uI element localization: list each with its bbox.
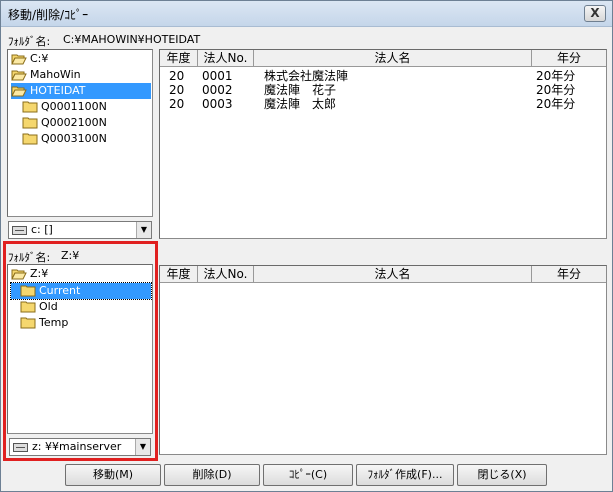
column-header-corp-name[interactable]: 法人名 (254, 266, 532, 283)
title-bar: 移動/削除/ｺﾋﾟｰ X (1, 1, 612, 27)
close-window-button[interactable]: X (584, 5, 606, 22)
top-folder-path: C:¥MAHOWIN¥HOTEIDAT (63, 33, 201, 46)
move-delete-copy-dialog: 移動/削除/ｺﾋﾟｰ X ﾌｫﾙﾀﾞ名: C:¥MAHOWIN¥HOTEIDAT… (0, 0, 613, 492)
column-header-corp-no[interactable]: 法人No. (198, 266, 254, 283)
tree-item-q0003100n[interactable]: Q0003100N (22, 131, 107, 147)
chevron-down-icon[interactable]: ▼ (136, 222, 151, 238)
tree-item-mahowin[interactable]: MahoWin (11, 67, 81, 83)
tree-item-q0002100n[interactable]: Q0002100N (22, 115, 107, 131)
folder-icon (22, 133, 38, 145)
open-folder-icon (11, 85, 27, 97)
top-folder-tree[interactable]: C:¥ MahoWin HOTEIDAT Q0001100N Q0002100N… (7, 49, 153, 217)
bottom-list-header: 年度 法人No. 法人名 年分 (160, 266, 606, 283)
column-header-corp-name[interactable]: 法人名 (254, 50, 532, 67)
open-folder-icon (11, 53, 27, 65)
tree-item-c-root[interactable]: C:¥ (11, 51, 48, 67)
column-header-period[interactable]: 年分 (532, 266, 606, 283)
column-header-year[interactable]: 年度 (160, 50, 198, 67)
highlight-box (3, 241, 158, 461)
delete-button[interactable]: 削除(D) (164, 464, 260, 486)
tree-item-hoteidat[interactable]: HOTEIDAT (11, 83, 151, 99)
move-button[interactable]: 移動(M) (65, 464, 161, 486)
column-header-period[interactable]: 年分 (532, 50, 606, 67)
column-header-corp-no[interactable]: 法人No. (198, 50, 254, 67)
bottom-file-list[interactable]: 年度 法人No. 法人名 年分 (159, 265, 607, 455)
folder-icon (22, 117, 38, 129)
folder-icon (22, 101, 38, 113)
copy-button[interactable]: ｺﾋﾟｰ(C) (263, 464, 353, 486)
column-header-year[interactable]: 年度 (160, 266, 198, 283)
top-list-header: 年度 法人No. 法人名 年分 (160, 50, 606, 67)
top-folder-label: ﾌｫﾙﾀﾞ名: (8, 35, 51, 48)
top-file-list[interactable]: 年度 法人No. 法人名 年分 20 0001 株式会社魔法陣 20年分 20 … (159, 49, 607, 239)
create-folder-button[interactable]: ﾌｫﾙﾀﾞ作成(F)... (356, 464, 454, 486)
close-button[interactable]: 閉じる(X) (457, 464, 547, 486)
open-folder-icon (11, 69, 27, 81)
tree-item-q0001100n[interactable]: Q0001100N (22, 99, 107, 115)
window-title: 移動/削除/ｺﾋﾟｰ (8, 8, 89, 22)
drive-icon (12, 226, 27, 235)
top-drive-select[interactable]: c: [] ▼ (8, 221, 152, 239)
